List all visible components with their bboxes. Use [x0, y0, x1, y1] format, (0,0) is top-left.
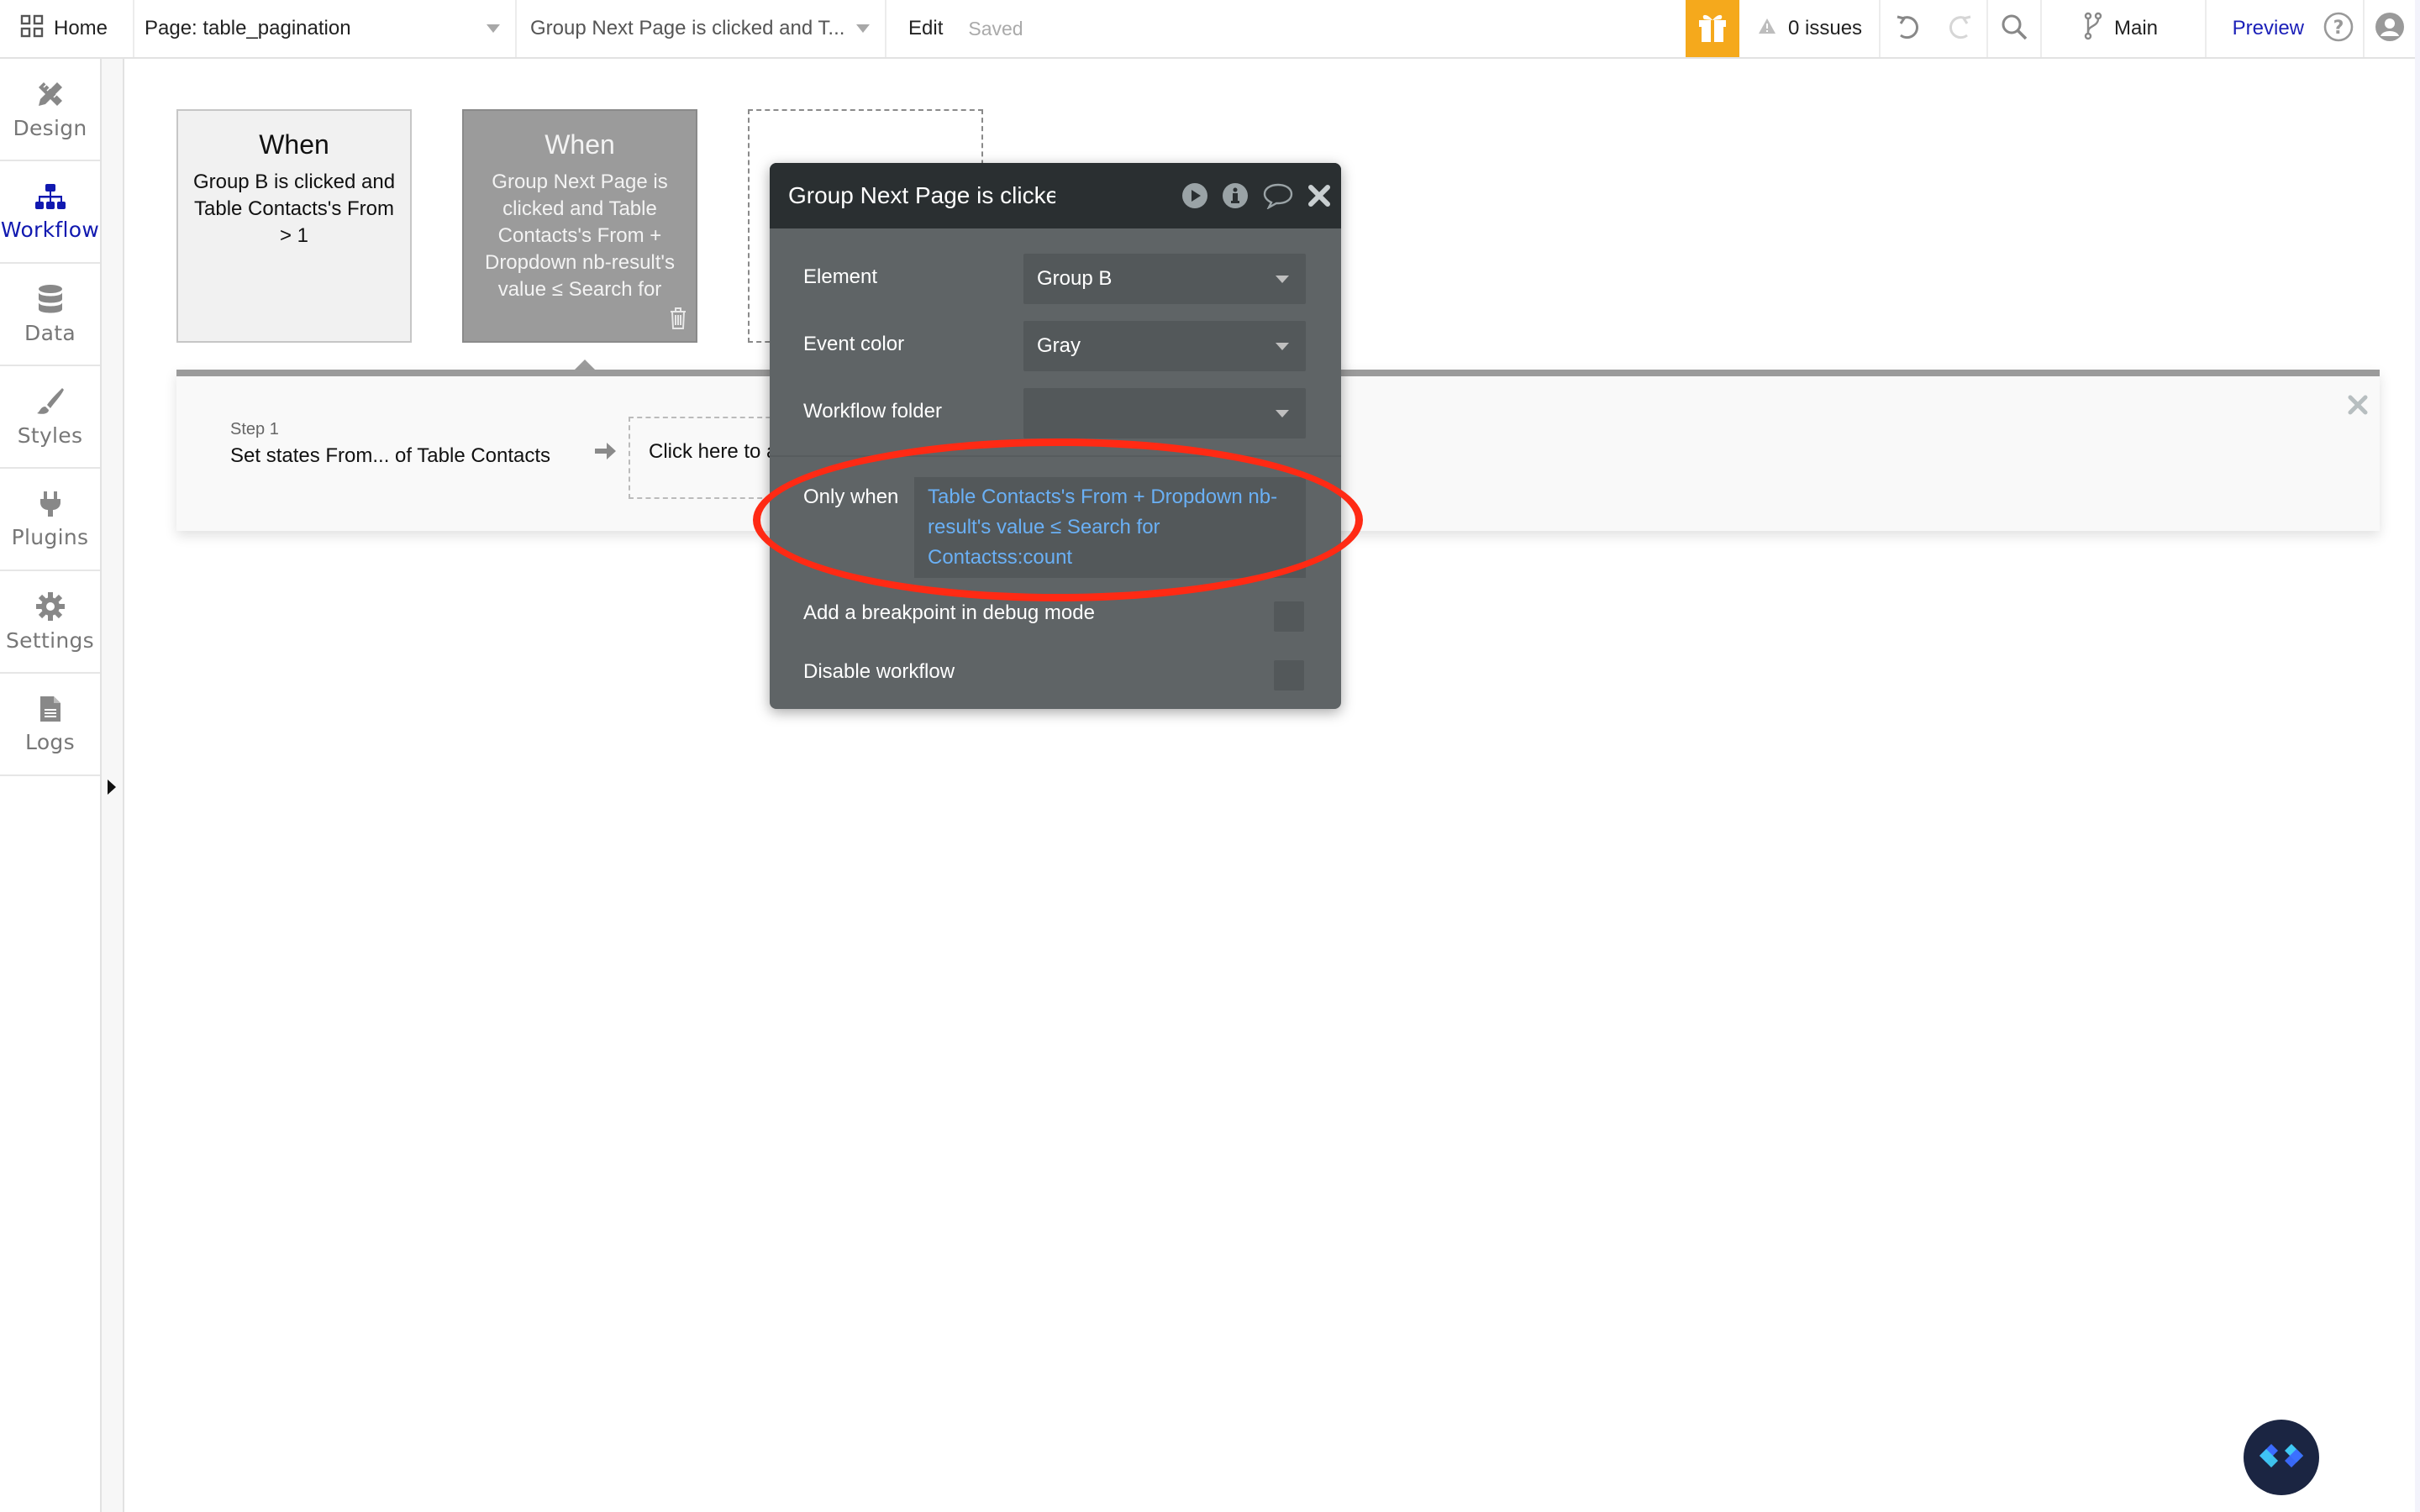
branch-label: Main	[2114, 17, 2159, 39]
sidebar-item-label: Data	[24, 320, 76, 345]
document-icon	[39, 695, 62, 723]
issues-label: 0 issues	[1788, 17, 1863, 39]
sidebar-item-label: Styles	[17, 423, 83, 448]
property-editor-header[interactable]: Group Next Page is clicked	[770, 163, 1341, 228]
expand-panel-icon[interactable]	[108, 780, 116, 795]
assistant-launcher-button[interactable]	[2244, 1420, 2319, 1495]
event-card-selected[interactable]: When Group Next Page is clicked and Tabl…	[462, 109, 697, 343]
sidebar-item-settings[interactable]: Settings	[0, 571, 100, 674]
design-icon	[35, 79, 66, 109]
help-button[interactable]: ?	[2314, 0, 2365, 57]
workflow-selector[interactable]: Group Next Page is clicked and T...	[517, 0, 886, 57]
sidebar-item-label: Workflow	[0, 217, 100, 242]
preview-button[interactable]: Preview	[2207, 0, 2314, 57]
step-number: Step 1	[230, 420, 279, 438]
sidebar-item-workflow[interactable]: Workflow	[0, 161, 100, 264]
page-selector-value: Page: table_pagination	[145, 17, 351, 39]
redo-icon	[1948, 13, 1973, 45]
info-icon[interactable]	[1222, 182, 1249, 209]
gear-icon	[35, 591, 66, 622]
undo-button[interactable]	[1881, 0, 1934, 57]
workflow-selector-value: Group Next Page is clicked and T...	[530, 17, 845, 39]
workflow-icon	[34, 182, 67, 211]
sidebar-item-label: Logs	[25, 729, 75, 754]
step-title: Set states From... of Table Contacts	[230, 444, 551, 467]
sidebar-item-styles[interactable]: Styles	[0, 366, 100, 469]
grid-icon	[20, 14, 44, 44]
close-icon[interactable]	[1307, 184, 1331, 207]
breakpoint-label: Add a breakpoint in debug mode	[803, 601, 1095, 624]
chevron-down-icon	[1276, 276, 1289, 283]
save-status: Saved	[968, 17, 1023, 39]
event-card-description: Group B is clicked and Table Contacts's …	[192, 171, 396, 247]
sidebar-item-label: Plugins	[11, 524, 89, 549]
chevron-down-icon	[856, 24, 870, 33]
disable-workflow-checkbox[interactable]	[1274, 660, 1304, 690]
workflow-folder-label: Workflow folder	[803, 400, 942, 423]
help-icon: ?	[2323, 12, 2354, 46]
brush-icon	[35, 386, 66, 417]
home-button[interactable]: Home	[0, 0, 134, 57]
sidebar-item-label: Settings	[6, 627, 94, 653]
arrow-right-icon	[593, 439, 617, 467]
disable-workflow-label: Disable workflow	[803, 660, 955, 683]
search-button[interactable]	[1988, 0, 2042, 57]
comment-icon[interactable]	[1262, 182, 1294, 209]
account-button[interactable]	[2365, 0, 2415, 57]
edit-menu[interactable]: Edit	[886, 0, 943, 57]
sidebar-item-data[interactable]: Data	[0, 264, 100, 366]
top-bar: Home Page: table_pagination Group Next P…	[0, 0, 2415, 59]
only-when-label: Only when	[803, 486, 899, 508]
left-sidebar: Design Workflow Data Styles Plugins Sett…	[0, 59, 102, 1512]
sidebar-item-design[interactable]: Design	[0, 59, 100, 161]
event-card-title: When	[544, 129, 615, 160]
assistant-logo-icon	[2256, 1437, 2307, 1478]
undo-icon	[1895, 13, 1920, 45]
sidebar-item-label: Design	[13, 115, 87, 140]
chevron-down-icon	[1276, 410, 1289, 417]
page-selector[interactable]: Page: table_pagination	[134, 0, 517, 57]
event-card-title: When	[259, 129, 329, 160]
gift-icon	[1697, 10, 1728, 48]
event-color-label: Event color	[803, 333, 905, 355]
element-label: Element	[803, 265, 878, 288]
play-icon[interactable]	[1181, 182, 1208, 209]
element-value: Group B	[1037, 267, 1113, 290]
chevron-down-icon	[1276, 343, 1289, 350]
workflow-property-editor: Group Next Page is clicked Element Group…	[770, 163, 1341, 709]
database-icon	[37, 284, 64, 314]
svg-text:?: ?	[2333, 18, 2344, 39]
branch-selector[interactable]: Main	[2042, 0, 2207, 57]
warning-icon	[1758, 17, 1776, 40]
redo-button[interactable]	[1934, 0, 1988, 57]
home-label: Home	[54, 17, 108, 39]
user-avatar-icon	[2375, 12, 2405, 46]
divider	[770, 455, 1341, 457]
sidebar-item-logs[interactable]: Logs	[0, 674, 100, 776]
sidebar-item-plugins[interactable]: Plugins	[0, 469, 100, 571]
chevron-down-icon	[487, 24, 500, 33]
search-icon	[2001, 13, 2028, 45]
property-editor-title: Group Next Page is clicked	[788, 182, 1055, 208]
gift-button[interactable]	[1686, 0, 1739, 57]
window-edge	[2415, 0, 2420, 1512]
workflow-folder-dropdown[interactable]	[1023, 388, 1306, 438]
breakpoint-checkbox[interactable]	[1274, 601, 1304, 632]
event-card-description: Group Next Page is clicked and Table Con…	[484, 171, 676, 301]
event-color-dropdown[interactable]: Gray	[1023, 321, 1306, 371]
only-when-expression[interactable]: Table Contacts's From + Dropdown nb-resu…	[914, 477, 1306, 578]
plug-icon	[38, 490, 63, 518]
close-icon[interactable]	[2348, 395, 2368, 419]
workflow-step[interactable]: Step 1 Set states From... of Table Conta…	[230, 420, 550, 468]
branch-icon	[2084, 12, 2102, 46]
event-color-value: Gray	[1037, 334, 1081, 357]
event-card[interactable]: When Group B is clicked and Table Contac…	[176, 109, 412, 343]
trash-icon[interactable]	[669, 307, 687, 334]
issues-button[interactable]: 0 issues	[1739, 0, 1881, 57]
element-dropdown[interactable]: Group B	[1023, 254, 1306, 304]
